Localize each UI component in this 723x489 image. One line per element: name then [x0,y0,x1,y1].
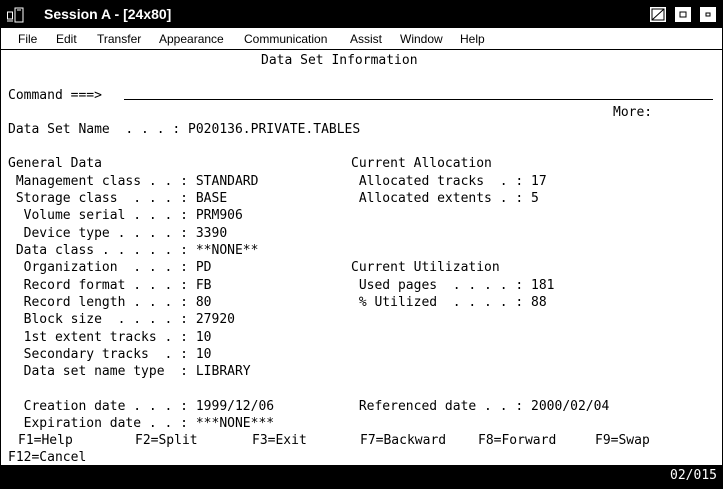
record-format-label: Record format . . . : [8,278,196,293]
dsn-label: Data Set Name . . . : [8,122,189,137]
pf-key-f12[interactable]: F12=Cancel [8,450,86,466]
secondary-tracks-value: 10 [195,347,212,362]
allocated-tracks-row: Allocated tracks . : 17 [351,174,547,190]
menu-window[interactable]: Window [400,29,443,49]
used-pages-row: Used pages . . . . : 181 [351,278,555,294]
minimize-button[interactable] [649,6,667,23]
terminal-app-icon[interactable] [7,7,25,23]
dsn-type-label: Data set name type : [8,364,196,379]
menu-help[interactable]: Help [460,29,485,49]
close-icon [705,12,711,17]
allocated-extents-label: Allocated extents . : [351,191,532,206]
referenced-date-label: Referenced date . . : [351,399,532,414]
dsn-value: P020136.PRIVATE.TABLES [188,122,361,137]
referenced-date-row: Referenced date . . : 2000/02/04 [351,399,609,415]
pf-key-f7[interactable]: F7=Backward [360,433,446,449]
secondary-tracks-label: Secondary tracks . : [8,347,196,362]
expiration-date-row: Expiration date . . : ***NONE*** [8,416,274,432]
dsn-type-row: Data set name type : LIBRARY [8,364,251,380]
device-type-value: 3390 [195,226,228,241]
storage-class-row: Storage class . . . : BASE [8,191,227,207]
allocated-tracks-value: 17 [531,174,547,189]
organization-row: Organization . . . : PD [8,260,212,276]
close-button[interactable] [699,6,717,23]
volume-serial-label: Volume serial . . . : [8,208,196,223]
panel-title: Data Set Information [261,53,418,68]
management-class-label: Management class . . : [8,174,196,189]
menu-file[interactable]: File [18,29,37,49]
creation-date-label: Creation date . . . : [8,399,196,414]
expiration-date-value: ***NONE*** [195,416,275,431]
window-title: Session A - [24x80] [44,6,172,22]
percent-utilized-label: % Utilized . . . . : [351,295,532,310]
general-data-heading: General Data [8,156,102,171]
record-length-label: Record length . . . : [8,295,196,310]
first-extent-label: 1st extent tracks . : [8,330,196,345]
used-pages-label: Used pages . . . . : [351,278,532,293]
current-allocation-heading: Current Allocation [351,156,492,171]
percent-utilized-row: % Utilized . . . . : 88 [351,295,547,311]
cursor-position: 02/015 [670,468,717,483]
maximize-button[interactable] [674,6,692,23]
pf-key-f8[interactable]: F8=Forward [478,433,556,449]
record-length-row: Record length . . . : 80 [8,295,212,311]
data-class-value: **NONE** [195,243,259,258]
minimize-icon [651,8,665,21]
block-size-value: 27920 [195,312,235,327]
data-class-label: Data class . . . . . : [8,243,196,258]
pf-key-f3[interactable]: F3=Exit [252,433,307,449]
block-size-label: Block size . . . . : [8,312,196,327]
dsn-row: Data Set Name . . . : P020136.PRIVATE.TA… [8,122,360,138]
data-class-row: Data class . . . . . : **NONE** [8,243,259,259]
allocated-tracks-label: Allocated tracks . : [351,174,532,189]
command-label: Command ===> [8,88,102,103]
more-indicator: More: + [613,105,653,120]
creation-date-row: Creation date . . . : 1999/12/06 [8,399,274,415]
record-format-row: Record format . . . : FB [8,278,212,294]
dsn-type-value: LIBRARY [195,364,251,379]
storage-class-value: BASE [195,191,228,206]
first-extent-row: 1st extent tracks . : 10 [8,330,212,346]
title-bar: Session A - [24x80] [1,1,722,28]
management-class-value: STANDARD [195,174,259,189]
referenced-date-value: 2000/02/04 [531,399,610,414]
secondary-tracks-row: Secondary tracks . : 10 [8,347,212,363]
record-format-value: FB [195,278,212,293]
terminal-window: Session A - [24x80] File Edit Transfer A… [0,0,723,489]
device-type-row: Device type . . . . : 3390 [8,226,228,242]
terminal-screen[interactable]: Data Set Information Command ===> More: … [1,50,722,466]
pf-key-f1[interactable]: F1=Help [18,433,73,449]
management-class-row: Management class . . : STANDARD [8,174,259,190]
maximize-icon [679,11,687,18]
menu-transfer[interactable]: Transfer [97,29,141,49]
allocated-extents-row: Allocated extents . : 5 [351,191,539,207]
menu-appearance[interactable]: Appearance [159,29,224,49]
organization-label: Organization . . . : [8,260,196,275]
menu-communication[interactable]: Communication [244,29,327,49]
storage-class-label: Storage class . . . : [8,191,196,206]
device-type-label: Device type . . . . : [8,226,196,241]
current-utilization-heading: Current Utilization [351,260,500,275]
menu-bar: File Edit Transfer Appearance Communicat… [1,29,722,50]
volume-serial-value: PRM906 [195,208,243,223]
block-size-row: Block size . . . . : 27920 [8,312,235,328]
used-pages-value: 181 [531,278,555,293]
organization-value: PD [195,260,212,275]
pf-key-f9[interactable]: F9=Swap [595,433,650,449]
creation-date-value: 1999/12/06 [195,399,275,414]
allocated-extents-value: 5 [531,191,539,206]
pf-key-f2[interactable]: F2=Split [135,433,198,449]
volume-serial-row: Volume serial . . . : PRM906 [8,208,243,224]
menu-edit[interactable]: Edit [56,29,77,49]
command-input[interactable] [124,99,713,100]
record-length-value: 80 [195,295,212,310]
menu-assist[interactable]: Assist [350,29,382,49]
status-bar: 02/015 [1,465,722,488]
expiration-date-label: Expiration date . . : [8,416,196,431]
percent-utilized-value: 88 [531,295,547,310]
first-extent-value: 10 [195,330,212,345]
